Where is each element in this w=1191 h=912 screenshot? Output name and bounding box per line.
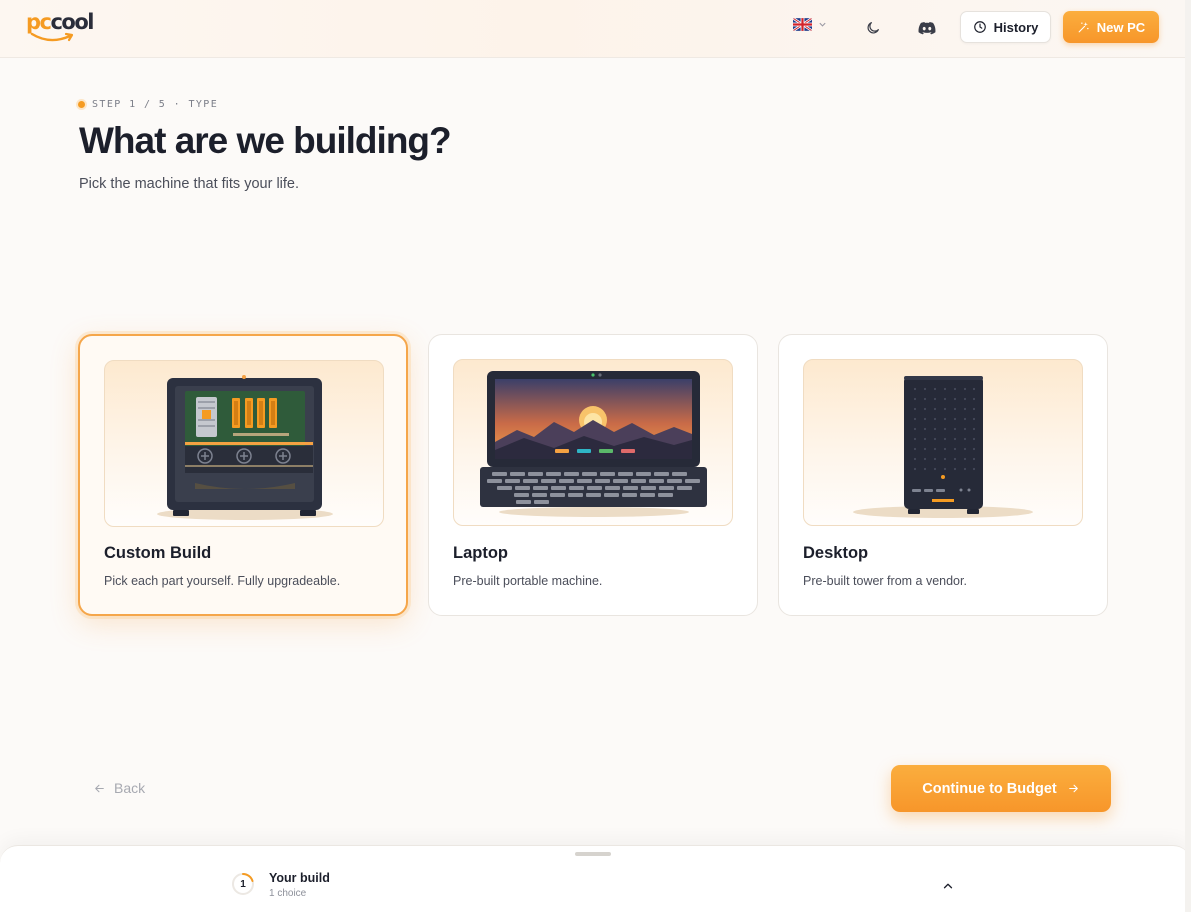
option-title: Laptop — [453, 544, 508, 562]
arrow-right-icon — [1068, 784, 1078, 793]
step-label: STEP 1 / 5 · TYPE — [92, 99, 219, 110]
option-title: Desktop — [803, 544, 869, 562]
chevron-up-icon[interactable] — [941, 879, 955, 893]
build-summary-drawer[interactable]: 1 Your build 1 choice — [0, 845, 1191, 912]
chevron-down-icon — [819, 22, 826, 27]
build-count: 1 — [240, 878, 246, 890]
history-button[interactable]: History — [960, 11, 1051, 43]
page-title: What are we building? — [79, 120, 452, 161]
laptop-illustration — [453, 359, 733, 526]
history-label: History — [993, 19, 1039, 35]
option-description: Pre-built tower from a vendor. — [803, 574, 967, 588]
uk-flag-icon — [793, 18, 812, 31]
continue-label: Continue to Budget — [922, 780, 1057, 797]
drawer-title: Your build — [269, 871, 330, 885]
logo-smile-icon — [30, 32, 74, 42]
desktop-illustration — [803, 359, 1083, 526]
top-bar: pccool History New PC — [0, 0, 1191, 58]
clock-icon — [973, 21, 986, 33]
step-indicator: STEP 1 / 5 · TYPE — [78, 99, 218, 110]
option-title: Custom Build — [104, 544, 212, 562]
option-description: Pick each part yourself. Fully upgradeab… — [104, 574, 341, 588]
continue-button[interactable]: Continue to Budget — [891, 765, 1111, 812]
page-subtitle: Pick the machine that fits your life. — [79, 176, 300, 192]
option-card-laptop[interactable]: Laptop Pre-built portable machine. — [428, 334, 758, 616]
discord-icon — [918, 22, 936, 35]
option-card-desktop[interactable]: Desktop Pre-built tower from a vendor. — [778, 334, 1108, 616]
drawer-subtitle: 1 choice — [269, 888, 307, 899]
arrow-left-icon — [95, 784, 104, 792]
new-pc-button[interactable]: New PC — [1063, 11, 1159, 43]
back-label: Back — [114, 780, 146, 796]
language-selector[interactable] — [793, 18, 827, 31]
option-description: Pre-built portable machine. — [453, 574, 603, 588]
custom-build-illustration — [104, 360, 384, 527]
new-pc-label: New PC — [1096, 19, 1146, 35]
sparkle-wand-icon — [1078, 21, 1089, 32]
discord-button[interactable] — [916, 17, 938, 39]
drawer-handle[interactable] — [575, 852, 611, 856]
option-card-custom-build[interactable]: Custom Build Pick each part yourself. Fu… — [78, 334, 408, 616]
theme-toggle-button[interactable] — [862, 17, 884, 39]
scrollbar[interactable] — [1185, 0, 1191, 912]
moon-icon — [867, 22, 879, 34]
step-dot-icon — [78, 101, 85, 108]
back-button[interactable]: Back — [93, 780, 145, 796]
pccool-logo[interactable]: pccool — [26, 10, 100, 46]
